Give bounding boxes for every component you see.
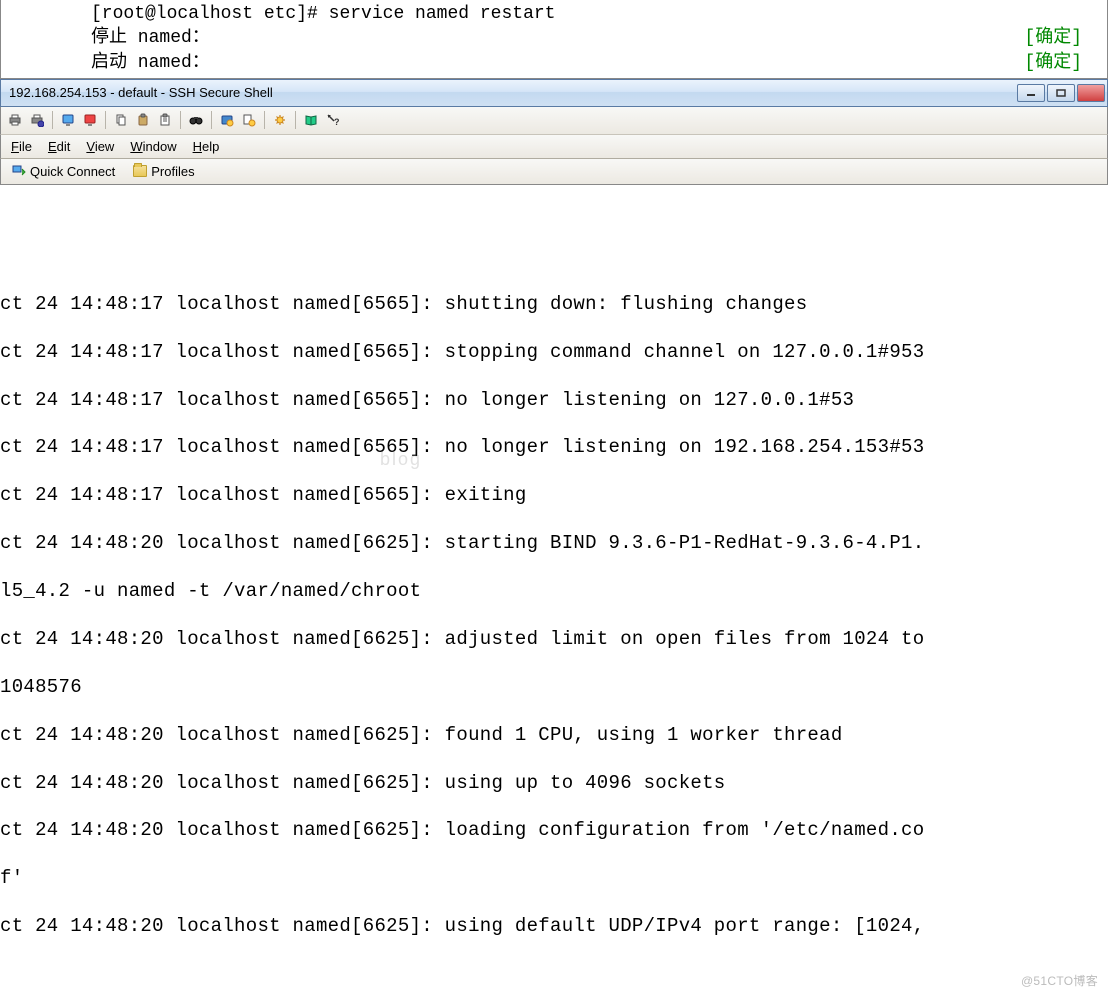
background-terminal: [root@localhost etc]# service named rest… (0, 0, 1108, 79)
bg-prompt-line: [root@localhost etc]# service named rest… (91, 2, 1107, 26)
bg-start-line: 启动 named： [确定] (91, 51, 1107, 75)
log-line: ct 24 14:48:20 localhost named[6625]: us… (0, 772, 1108, 796)
menu-view[interactable]: View (78, 136, 122, 157)
maximize-button[interactable] (1047, 84, 1075, 102)
menu-file[interactable]: File (3, 136, 40, 157)
profiles-button[interactable]: Profiles (126, 161, 201, 182)
bg-stop-label: 停止 named： (91, 26, 210, 50)
log-line: l5_4.2 -u named -t /var/named/chroot (0, 580, 1108, 604)
log-line: ct 24 14:48:17 localhost named[6565]: sh… (0, 293, 1108, 317)
svg-text:?: ? (334, 117, 340, 127)
bg-start-label: 启动 named： (91, 51, 210, 75)
profiles-label: Profiles (151, 164, 194, 179)
toolbar-separator (105, 111, 106, 129)
log-line: ct 24 14:48:20 localhost named[6625]: st… (0, 532, 1108, 556)
binoculars-icon[interactable] (186, 110, 206, 130)
gear-icon[interactable] (270, 110, 290, 130)
menu-edit[interactable]: Edit (40, 136, 78, 157)
log-line: 1048576 (0, 676, 1108, 700)
book-icon[interactable] (301, 110, 321, 130)
terminal-output[interactable]: blog ct 24 14:48:17 localhost named[6565… (0, 185, 1108, 995)
log-line: ct 24 14:48:20 localhost named[6625]: ad… (0, 628, 1108, 652)
help-context-icon[interactable]: ? (323, 110, 343, 130)
quick-connect-icon (12, 164, 26, 178)
window-controls (1017, 84, 1105, 102)
menu-help[interactable]: Help (185, 136, 228, 157)
footer-watermark: @51CTO博客 (1021, 974, 1098, 989)
log-line: ct 24 14:48:20 localhost named[6625]: fo… (0, 724, 1108, 748)
log-line: ct 24 14:48:17 localhost named[6565]: st… (0, 341, 1108, 365)
menu-window[interactable]: Window (122, 136, 184, 157)
log-line: ct 24 14:48:17 localhost named[6565]: no… (0, 436, 1108, 460)
printer-icon[interactable] (5, 110, 25, 130)
quick-connect-button[interactable]: Quick Connect (5, 161, 122, 182)
connect-bar: Quick Connect Profiles (0, 159, 1108, 185)
minimize-button[interactable] (1017, 84, 1045, 102)
quick-connect-label: Quick Connect (30, 164, 115, 179)
window-title: 192.168.254.153 - default - SSH Secure S… (3, 85, 1017, 100)
log-line: ct 24 14:48:20 localhost named[6625]: lo… (0, 819, 1108, 843)
clipboard-icon[interactable] (155, 110, 175, 130)
print-setup-icon[interactable] (27, 110, 47, 130)
copy-icon[interactable] (111, 110, 131, 130)
bg-stop-line: 停止 named： [确定] (91, 26, 1107, 50)
log-line: ct 24 14:48:17 localhost named[6565]: no… (0, 389, 1108, 413)
toolbar-separator (52, 111, 53, 129)
bg-stop-status: [确定] (1024, 26, 1082, 50)
menubar: File Edit View Window Help (0, 135, 1108, 159)
toolbar-separator (180, 111, 181, 129)
log-line: ct 24 14:48:20 localhost named[6625]: us… (0, 915, 1108, 939)
toolbar-separator (211, 111, 212, 129)
computer-red-icon[interactable] (80, 110, 100, 130)
bg-start-status: [确定] (1024, 51, 1082, 75)
gear-blue-icon[interactable] (217, 110, 237, 130)
log-line: ct 24 14:48:17 localhost named[6565]: ex… (0, 484, 1108, 508)
gear-yellow-icon[interactable] (239, 110, 259, 130)
toolbar-separator (264, 111, 265, 129)
folder-icon (133, 165, 147, 177)
log-line: f' (0, 867, 1108, 891)
close-button[interactable] (1077, 84, 1105, 102)
paste-icon[interactable] (133, 110, 153, 130)
monitor-icon[interactable] (58, 110, 78, 130)
toolbar-separator (295, 111, 296, 129)
window-titlebar[interactable]: 192.168.254.153 - default - SSH Secure S… (0, 79, 1108, 107)
toolbar: ? (0, 107, 1108, 135)
